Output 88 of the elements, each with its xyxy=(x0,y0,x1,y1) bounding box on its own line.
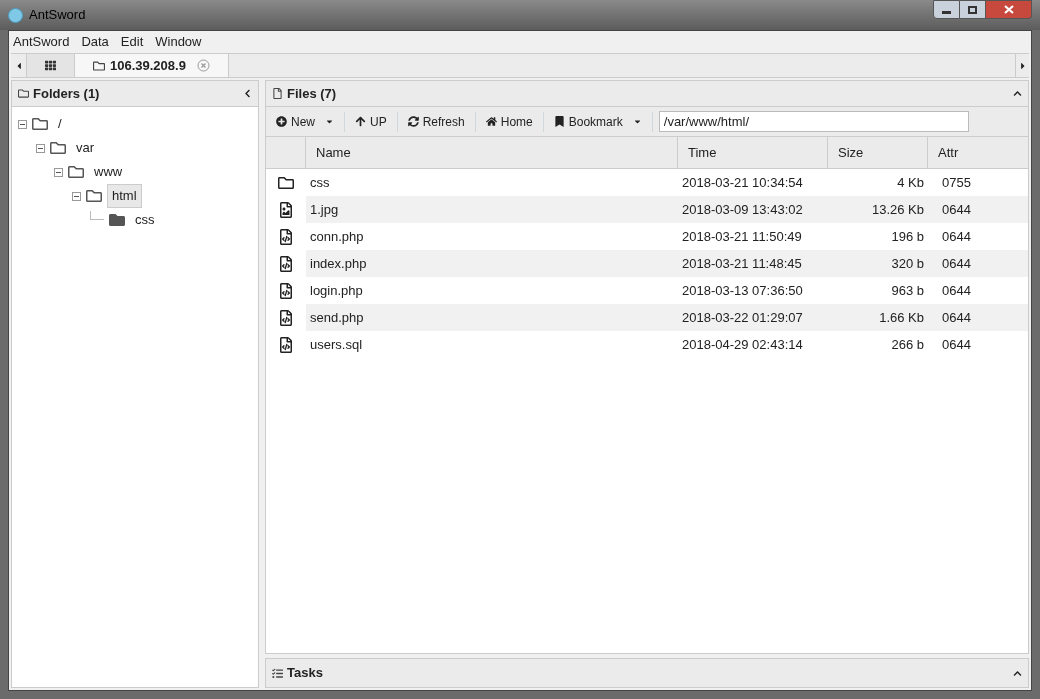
collapse-toggle[interactable] xyxy=(54,167,63,177)
collapse-toggle[interactable] xyxy=(36,143,45,153)
close-tab-icon[interactable] xyxy=(196,59,210,72)
home-icon xyxy=(485,116,497,127)
minimize-button[interactable] xyxy=(933,0,960,19)
tree-item[interactable]: www xyxy=(89,160,128,184)
window-title: AntSword xyxy=(29,6,86,25)
table-cell-text: 0644 xyxy=(941,254,972,273)
table-cell-text: 2018-03-22 01:29:07 xyxy=(681,308,804,327)
column-header[interactable]: Time xyxy=(678,137,828,168)
folder-icon xyxy=(31,116,49,132)
file-name[interactable]: users.sql xyxy=(306,334,678,355)
code-file-icon xyxy=(279,336,293,353)
plus-icon xyxy=(276,116,287,127)
tab[interactable]: 106.39.208.9 xyxy=(75,54,229,77)
toolbar-button[interactable]: Bookmark xyxy=(549,112,646,131)
table-cell-text: 963 b xyxy=(890,281,925,300)
file-name[interactable]: conn.php xyxy=(306,226,678,247)
menu-item[interactable]: Edit xyxy=(120,32,144,52)
table-cell-text: 0755 xyxy=(941,173,972,192)
menu-item[interactable]: AntSword xyxy=(13,32,70,52)
file-name[interactable]: send.php xyxy=(306,307,678,328)
file-name[interactable]: css xyxy=(306,172,678,193)
table-cell-text: 0644 xyxy=(941,281,972,300)
close-icon xyxy=(1003,5,1014,14)
folder-icon xyxy=(18,88,29,99)
collapse-icon[interactable] xyxy=(1013,89,1022,98)
column-header[interactable]: Name xyxy=(306,137,678,168)
menu-item[interactable]: Window xyxy=(155,32,202,52)
tree-item[interactable]: / xyxy=(53,112,67,136)
table-cell-text: 266 b xyxy=(890,335,925,354)
code-file-icon xyxy=(279,282,293,299)
path-field[interactable]: /var/www/html/ xyxy=(658,111,969,132)
folder-icon xyxy=(49,140,67,156)
grid-icon xyxy=(45,60,56,71)
collapse-toggle[interactable] xyxy=(18,119,27,129)
up-arrow-icon xyxy=(355,116,366,127)
close-button[interactable] xyxy=(986,0,1032,19)
code-file-icon xyxy=(279,228,293,245)
toolbar-button[interactable]: Refresh xyxy=(403,112,469,131)
folder-icon xyxy=(108,212,126,228)
panel-title: Files (7) xyxy=(287,84,337,103)
table-cell-text: 4 Kb xyxy=(896,173,925,192)
code-file-icon xyxy=(279,309,293,326)
table-cell-text: 2018-03-13 07:36:50 xyxy=(681,281,804,300)
folder-icon xyxy=(278,174,294,191)
caret-right-icon xyxy=(1018,60,1027,71)
file-icon xyxy=(272,88,283,99)
table-cell-text: 0644 xyxy=(941,200,972,219)
code-file-icon xyxy=(279,255,293,272)
panel-title: Tasks xyxy=(287,664,323,683)
tab[interactable] xyxy=(27,54,75,77)
tree-item[interactable]: html xyxy=(107,184,142,208)
collapse-toggle[interactable] xyxy=(72,191,81,201)
file-name[interactable]: login.php xyxy=(306,280,678,301)
table-cell-text: 0644 xyxy=(941,227,972,246)
table-cell-text: 13.26 Kb xyxy=(870,200,925,219)
table-cell-text: 2018-03-21 11:48:45 xyxy=(681,254,803,273)
table-cell-text: 0644 xyxy=(941,308,972,327)
expand-icon[interactable] xyxy=(1013,668,1022,678)
table-cell-text: 1.66 Kb xyxy=(878,308,925,327)
tree-item[interactable]: var xyxy=(71,136,100,160)
bookmark-icon xyxy=(553,116,565,127)
tree-item[interactable]: css xyxy=(130,208,160,232)
folder-icon xyxy=(85,188,103,204)
table-cell-text: 0644 xyxy=(941,335,972,354)
menu-item[interactable]: Data xyxy=(81,32,109,52)
folder-icon xyxy=(67,164,85,180)
table-cell-text: 2018-04-29 02:43:14 xyxy=(681,335,804,354)
file-name[interactable]: 1.jpg xyxy=(306,199,678,220)
table-cell-text: 196 b xyxy=(890,227,925,246)
table-cell-text: 2018-03-21 11:50:49 xyxy=(681,227,803,246)
refresh-icon xyxy=(407,116,419,127)
table-cell-text: 320 b xyxy=(890,254,925,273)
file-name[interactable]: index.php xyxy=(306,253,678,274)
table-cell-text: 2018-03-21 10:34:54 xyxy=(681,173,804,192)
toolbar-button[interactable]: New xyxy=(272,112,338,131)
column-header[interactable]: Size xyxy=(828,137,928,168)
toolbar-button[interactable]: Home xyxy=(481,112,537,131)
column-header[interactable]: Attr xyxy=(928,137,1028,168)
image-file-icon xyxy=(279,201,293,218)
panel-title: Folders (1) xyxy=(33,84,100,103)
toolbar-button[interactable]: UP xyxy=(351,112,391,131)
table-cell-text: 2018-03-09 13:43:02 xyxy=(681,200,804,219)
maximize-button[interactable] xyxy=(960,0,986,19)
tasks-icon xyxy=(272,667,283,679)
collapse-icon[interactable] xyxy=(243,89,252,98)
folder-icon xyxy=(93,59,105,72)
